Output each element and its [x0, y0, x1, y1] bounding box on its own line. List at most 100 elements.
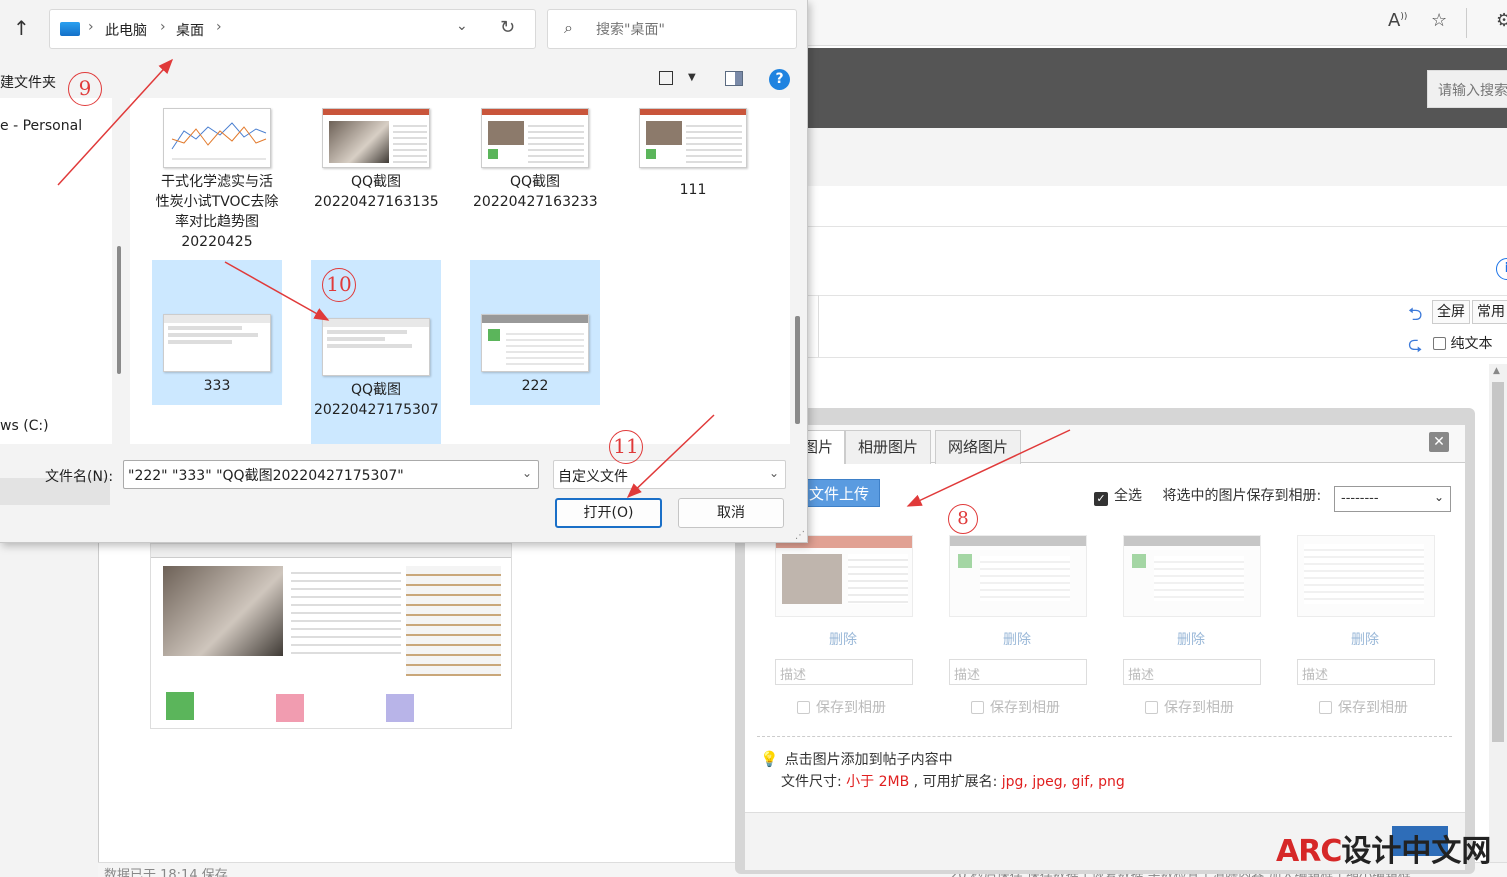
watermark-text-a: ARC	[1276, 834, 1342, 869]
address-bar[interactable]: › 此电脑 › 桌面 › ⌄ ↻	[49, 9, 536, 49]
description-input[interactable]: 描述	[1297, 659, 1435, 685]
album-select-value: --------	[1341, 491, 1379, 506]
divider	[818, 295, 819, 357]
uploaded-picture[interactable]	[1297, 535, 1435, 617]
save-to-album-option[interactable]: 保存到相册	[971, 697, 1060, 717]
checkbox-checked-icon[interactable]: ✓	[1094, 492, 1108, 506]
extensions-icon[interactable]: ⚙	[1496, 10, 1507, 31]
info-icon[interactable]: i	[1496, 258, 1507, 280]
image-tile	[166, 692, 194, 720]
computer-icon	[60, 22, 80, 36]
up-arrow-icon[interactable]: ↑	[13, 16, 30, 40]
filename-box[interactable]: ⌄	[123, 460, 539, 489]
chevron-down-icon[interactable]: ▼	[688, 72, 696, 83]
chevron-down-icon[interactable]: ⌄	[522, 466, 532, 480]
image-photo	[163, 566, 283, 656]
close-icon[interactable]: ✕	[1429, 432, 1449, 452]
page-scrollbar[interactable]: ▲	[1489, 364, 1507, 877]
preview-pane-icon[interactable]	[725, 71, 743, 86]
new-folder-button[interactable]: 建文件夹	[0, 72, 56, 92]
file-item[interactable]: QQ截图20220427163233	[470, 108, 600, 212]
delete-link[interactable]: 删除	[1351, 629, 1379, 649]
nav-item-onedrive[interactable]: e - Personal	[0, 118, 82, 134]
chevron-down-icon[interactable]: ⌄	[456, 18, 468, 34]
resize-grip-icon[interactable]: ⋰	[795, 530, 805, 541]
image-tile	[386, 694, 414, 722]
size-label: 文件尺寸:	[781, 774, 847, 790]
plain-text-option[interactable]: 纯文本	[1433, 333, 1492, 353]
uploaded-picture[interactable]	[775, 535, 913, 617]
favorite-add-icon[interactable]: ☆	[1431, 10, 1447, 31]
filetype-select[interactable]: 自定义文件 ⌄	[553, 460, 786, 489]
read-aloud-icon[interactable]: A))	[1388, 10, 1407, 31]
editor-embedded-image[interactable]	[150, 543, 512, 729]
undo-icon[interactable]: ⮌	[1408, 302, 1422, 332]
description-input[interactable]: 描述	[949, 659, 1087, 685]
file-name: QQ截图20220427163233	[473, 174, 598, 210]
search-input[interactable]	[596, 19, 786, 41]
divider	[757, 736, 1452, 737]
save-checkbox[interactable]	[1145, 701, 1158, 714]
breadcrumb-desktop[interactable]: 桌面	[176, 20, 204, 40]
navigation-pane	[0, 98, 112, 505]
file-name: QQ截图20220427175307	[314, 382, 439, 418]
site-search-input[interactable]: 请输入搜索	[1427, 70, 1507, 108]
file-name: 111	[679, 182, 707, 198]
save-to-album-text: 保存到相册	[1338, 700, 1408, 716]
scrollbar-thumb[interactable]	[1492, 382, 1504, 742]
album-select[interactable]: -------- ⌄	[1334, 486, 1451, 512]
chevron-down-icon: ⌄	[1433, 490, 1444, 504]
tab-network-pictures[interactable]: 网络图片	[935, 430, 1022, 464]
common-button[interactable]: 常用	[1472, 300, 1507, 324]
save-checkbox[interactable]	[1319, 701, 1332, 714]
chevron-down-icon: ⌄	[768, 466, 779, 480]
save-to-album-text: 保存到相册	[990, 700, 1060, 716]
redo-icon[interactable]: ⮎	[1408, 332, 1422, 362]
chevron-right-icon: ›	[88, 19, 94, 35]
file-item[interactable]: 111	[628, 108, 758, 200]
chevron-right-icon: ›	[160, 19, 166, 35]
save-checkbox[interactable]	[797, 701, 810, 714]
fullscreen-button[interactable]: 全屏	[1432, 300, 1470, 324]
open-button[interactable]: 打开(O)	[555, 498, 662, 528]
plain-text-label: 纯文本	[1450, 336, 1493, 352]
toolbar-divider	[1466, 8, 1467, 38]
description-input[interactable]: 描述	[775, 659, 913, 685]
scroll-up-icon[interactable]: ▲	[1493, 366, 1500, 376]
annotation-marker: 10	[322, 268, 356, 302]
image-tile	[276, 694, 304, 722]
delete-link[interactable]: 删除	[1177, 629, 1205, 649]
cancel-button[interactable]: 取消	[678, 498, 784, 528]
uploaded-picture[interactable]	[949, 535, 1087, 617]
delete-link[interactable]: 删除	[829, 629, 857, 649]
help-icon[interactable]: ?	[769, 69, 790, 90]
filename-input[interactable]	[128, 465, 518, 485]
divider	[808, 295, 1507, 296]
select-all-option[interactable]: ✓ 全选 将选中的图片保存到相册:	[1094, 485, 1321, 506]
file-name: 222	[521, 378, 549, 394]
save-to-album-option[interactable]: 保存到相册	[1145, 697, 1234, 717]
search-box[interactable]: ⌕	[547, 9, 797, 49]
file-item[interactable]: 干式化学滤实与活性炭小试TVOC去除率对比趋势图20220425	[152, 108, 282, 252]
save-status: 数据已于 18:14 保存	[104, 868, 228, 877]
plain-text-checkbox[interactable]	[1433, 337, 1446, 350]
save-checkbox[interactable]	[971, 701, 984, 714]
nav-scrollbar[interactable]	[117, 246, 121, 374]
chevron-right-icon[interactable]: ›	[216, 19, 222, 35]
description-input[interactable]: 描述	[1123, 659, 1261, 685]
tab-album-pictures[interactable]: 相册图片	[845, 430, 932, 464]
uploaded-picture[interactable]	[1123, 535, 1261, 617]
file-item-selected[interactable]: 333	[152, 260, 282, 405]
divider	[808, 357, 1507, 358]
file-list-scrollbar[interactable]	[795, 316, 800, 424]
delete-link[interactable]: 删除	[1003, 629, 1031, 649]
breadcrumb-this-pc[interactable]: 此电脑	[105, 20, 147, 40]
save-to-album-option[interactable]: 保存到相册	[797, 697, 886, 717]
file-item[interactable]: QQ截图20220427163135	[311, 108, 441, 212]
save-to-album-option[interactable]: 保存到相册	[1319, 697, 1408, 717]
view-icon[interactable]	[659, 71, 673, 85]
nav-item-c-drive[interactable]: ws (C:)	[0, 418, 49, 434]
file-item-selected[interactable]: 222	[470, 260, 600, 405]
file-upload-button[interactable]: 文件上传	[800, 479, 880, 507]
refresh-icon[interactable]: ↻	[500, 17, 515, 38]
